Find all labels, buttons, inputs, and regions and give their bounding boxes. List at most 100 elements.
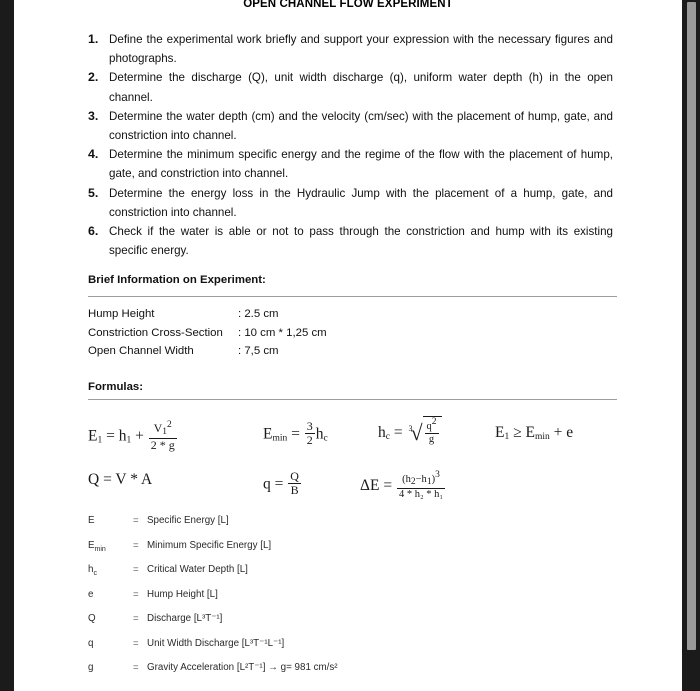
page-content: OPEN CHANNEL FLOW EXPERIMENT 1. Define t… (14, 0, 682, 691)
formula-discharge: Q = V * A (88, 471, 153, 488)
formula-lhs: h (378, 423, 386, 441)
formula-minimum-specific-energy: Emin = 3 2 hc (263, 419, 328, 449)
list-item-number: 2. (88, 70, 99, 85)
brief-info-table: Hump Height : 2.5 cm Constriction Cross-… (88, 305, 327, 361)
definition-symbol: hc (88, 564, 97, 578)
definition-text: Hump Height [L] (147, 588, 218, 600)
list-item-number: 4. (88, 147, 99, 162)
definition-equals: = (133, 613, 139, 625)
info-value: : 2.5 cm (238, 308, 279, 320)
formula-lhs: q (263, 475, 271, 493)
formula-energy-inequality: E1 ≥ Emin + e (495, 424, 573, 442)
info-value: : 7,5 cm (238, 345, 279, 358)
formula-lhs-sub: min (272, 433, 288, 444)
brief-info-heading: Brief Information on Experiment: (88, 274, 266, 286)
formula-equals: = (291, 425, 300, 443)
definition-equals: = (133, 515, 139, 526)
formula-equals: = (383, 476, 393, 494)
formula-rhs-sub: min (534, 432, 550, 442)
info-value: : 10 cm * 1,25 cm (238, 326, 327, 339)
formula-fraction: (h2−h1)3 4 * h₂ * h₁ (396, 470, 446, 500)
formula-cube-root: 3√ q2 g (406, 416, 442, 449)
info-label: Constriction Cross-Section (88, 326, 223, 339)
definition-text: Critical Water Depth [L] (147, 564, 248, 576)
list-item-text: Determine the minimum specific energy an… (109, 148, 613, 181)
list-item-number: 1. (88, 32, 99, 46)
formula-row-2: Q = V * A q = Q B ΔE = (h2−h1)3 4 * h₂ *… (88, 468, 628, 508)
table-row: Emin = Minimum Specific Energy [L] (88, 536, 338, 561)
list-item-number: 6. (88, 224, 99, 239)
document-page: OPEN CHANNEL FLOW EXPERIMENT 1. Define t… (14, 0, 682, 691)
definition-symbol: q (88, 637, 94, 649)
formula-lhs-sub: 1 (97, 435, 103, 446)
radical-sign: √ (410, 419, 423, 445)
definition-text: Unit Width Discharge [L³T⁻¹L⁻¹] (147, 637, 285, 649)
definition-symbol: Emin (88, 539, 106, 553)
formula-fraction: Q B (288, 469, 301, 498)
formula-lhs-sub: c (385, 431, 390, 442)
fraction-numerator: 3 (304, 419, 315, 435)
info-label: Hump Height (88, 308, 155, 320)
table-row: g = Gravity Acceleration [L²T⁻¹] → g= 98… (88, 658, 338, 683)
formula-relation: ≥ (513, 424, 522, 441)
formula-equals: = (393, 423, 403, 441)
list-item: 1. Define the experimental work briefly … (88, 30, 613, 68)
formula-lhs-sub: 1 (504, 432, 510, 442)
definition-equals: = (133, 588, 139, 600)
fraction-denominator: g (428, 433, 435, 445)
formula-specific-energy: E1 = h1 + V12 2 * g (88, 420, 178, 453)
table-row: Q = Discharge [L³T⁻¹] (88, 609, 338, 634)
formula-plus: + (553, 424, 563, 441)
table-row: e = Hump Height [L] (88, 585, 338, 610)
definition-text: Minimum Specific Energy [L] (147, 539, 272, 551)
vertical-scrollbar[interactable] (682, 0, 700, 691)
scrollbar-thumb[interactable] (687, 2, 696, 650)
fraction-numerator: (h2−h1)3 (396, 470, 446, 489)
definition-symbol: g (88, 662, 94, 674)
fraction-denominator: B (290, 483, 299, 498)
definition-equals: = (133, 564, 139, 576)
formula-rhs: E (525, 424, 535, 441)
formula-term-sub: 1 (126, 435, 132, 446)
definition-equals: = (133, 539, 139, 551)
fraction-denominator: 2 (306, 433, 313, 448)
formula-plus: + (135, 427, 144, 445)
nomenclature-table: E = Specific Energy [L] Emin = Minimum S… (88, 511, 338, 683)
list-item-number: 5. (88, 185, 99, 200)
formula-fraction: V12 2 * g (148, 420, 177, 452)
formula-lhs: ΔE (360, 476, 380, 494)
formula-fraction: 3 2 (304, 419, 315, 448)
list-item-number: 3. (88, 108, 99, 123)
list-item: 4. Determine the minimum specific energy… (88, 145, 613, 183)
table-row: Open Channel Width : 7,5 cm (88, 342, 327, 361)
list-item-text: Define the experimental work briefly and… (109, 33, 613, 66)
page-title: OPEN CHANNEL FLOW EXPERIMENT (243, 0, 453, 10)
definition-equals: = (133, 662, 139, 674)
radicand: q2 g (422, 416, 442, 447)
definition-symbol: e (88, 588, 94, 600)
list-item-text: Determine the energy loss in the Hydraul… (109, 186, 613, 219)
table-row: Constriction Cross-Section : 10 cm * 1,2… (88, 324, 327, 343)
table-row: hc = Critical Water Depth [L] (88, 560, 338, 585)
definition-text: Discharge [L³T⁻¹] (147, 613, 223, 625)
list-item-text: Determine the water depth (cm) and the v… (109, 109, 613, 143)
table-row: E = Specific Energy [L] (88, 511, 338, 536)
definition-symbol: E (88, 515, 95, 526)
info-label: Open Channel Width (88, 345, 194, 358)
definition-equals: = (133, 637, 139, 649)
fraction-numerator: V12 (148, 420, 177, 439)
formulas-heading: Formulas: (88, 381, 144, 393)
formula-tail: e (566, 424, 574, 441)
list-item: 5. Determine the energy loss in the Hydr… (88, 184, 613, 222)
formula-row-1: E1 = h1 + V12 2 * g Emin = 3 2 hc hc = 3… (88, 416, 628, 458)
fraction-denominator: 4 * h₂ * h₁ (398, 488, 444, 500)
list-item-text: Determine the discharge (Q), unit width … (109, 71, 613, 104)
definition-text: Gravity Acceleration [L²T⁻¹] → g= 981 cm… (147, 662, 338, 674)
formula-unit-width-discharge: q = Q B (263, 469, 302, 499)
list-item: 3. Determine the water depth (cm) and th… (88, 107, 613, 145)
list-item-text: Check if the water is able or not to pas… (109, 225, 613, 258)
formula-rhs: h (315, 425, 324, 443)
table-row: Hump Height : 2.5 cm (88, 305, 327, 324)
list-item: 6. Check if the water is able or not to … (88, 222, 613, 260)
definition-symbol: Q (88, 613, 96, 625)
